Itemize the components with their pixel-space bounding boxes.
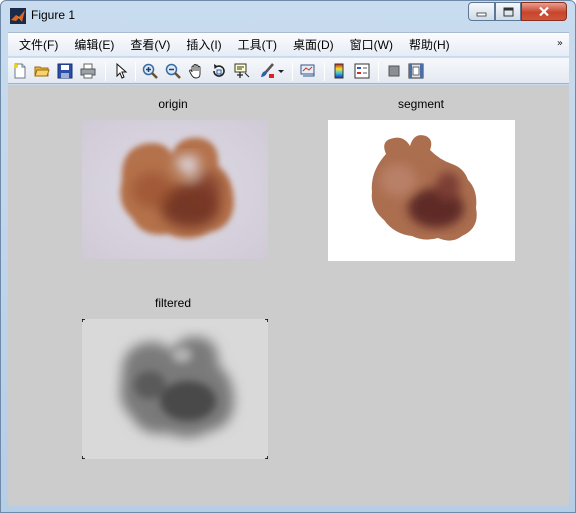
menu-window[interactable]: 窗口(W)	[342, 36, 401, 53]
menu-bar: 文件(F) 编辑(E) 查看(V) 插入(I) 工具(T) 桌面(D) 窗口(W…	[8, 32, 569, 56]
menu-file[interactable]: 文件(F)	[11, 36, 66, 53]
pan-hand-icon[interactable]	[187, 62, 205, 80]
filtered-image	[81, 318, 269, 460]
menu-edit[interactable]: 编辑(E)	[66, 36, 122, 53]
menu-insert[interactable]: 插入(I)	[178, 36, 229, 53]
legend-icon[interactable]	[353, 62, 371, 80]
brush-icon[interactable]	[258, 62, 276, 80]
close-button[interactable]	[521, 2, 567, 21]
menu-desktop[interactable]: 桌面(D)	[285, 36, 342, 53]
brush-dropdown-arrow-icon[interactable]	[276, 62, 286, 80]
menu-tools[interactable]: 工具(T)	[230, 36, 285, 53]
window-title: Figure 1	[31, 8, 76, 22]
toolbar-separator	[324, 62, 325, 81]
toolbar-separator	[105, 62, 106, 81]
toolbar-separator	[292, 62, 293, 81]
rotate-3d-icon[interactable]	[210, 62, 228, 80]
matlab-icon	[10, 8, 26, 24]
minimize-icon	[476, 12, 487, 16]
origin-image	[82, 120, 268, 259]
filtered-title: filtered	[154, 296, 192, 310]
figure-window: Figure 1 文件(F) 编辑(E) 查看(V) 插入(I) 工具(T) 桌…	[0, 0, 576, 513]
menu-view[interactable]: 查看(V)	[122, 36, 178, 53]
zoom-in-icon[interactable]	[141, 62, 159, 80]
maximize-icon	[503, 7, 513, 16]
data-cursor-icon[interactable]	[233, 62, 251, 80]
chevron-double-icon[interactable]: »	[557, 38, 563, 49]
segment-image	[328, 120, 515, 261]
new-figure-icon[interactable]	[11, 62, 29, 80]
close-icon	[539, 6, 549, 17]
toolbar-separator	[378, 62, 379, 81]
maximize-button[interactable]	[495, 2, 521, 21]
save-icon[interactable]	[56, 62, 74, 80]
figure-canvas: origin segment filtered	[8, 85, 569, 506]
title-bar[interactable]: Figure 1	[1, 1, 575, 31]
colorbar-icon[interactable]	[330, 62, 348, 80]
link-plot-icon[interactable]	[299, 62, 317, 80]
figure-toolbar	[8, 57, 569, 84]
toolbar-separator	[135, 62, 136, 81]
select-arrow-icon[interactable]	[112, 62, 130, 80]
segment-title: segment	[397, 97, 445, 111]
zoom-out-icon[interactable]	[164, 62, 182, 80]
show-plot-tools-icon[interactable]	[407, 62, 425, 80]
minimize-button[interactable]	[468, 2, 495, 21]
origin-title: origin	[158, 97, 188, 111]
menu-help[interactable]: 帮助(H)	[401, 36, 458, 53]
open-file-icon[interactable]	[33, 62, 51, 80]
print-icon[interactable]	[79, 62, 97, 80]
hide-plot-tools-icon[interactable]	[385, 62, 403, 80]
